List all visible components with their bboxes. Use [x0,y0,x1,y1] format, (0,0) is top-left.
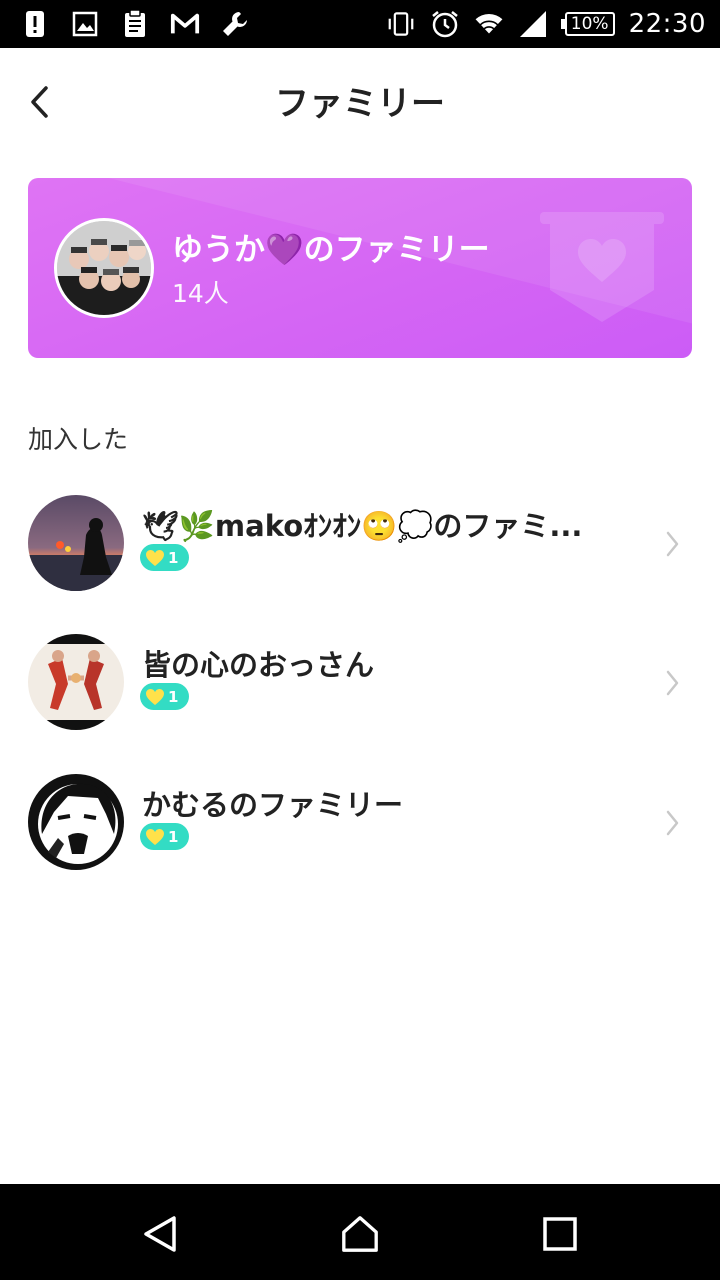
status-left-icons [20,8,250,40]
level-badge: 1 [140,823,189,850]
chevron-right-icon [666,810,679,836]
heart-banner-icon [540,210,664,326]
nav-back-button[interactable] [140,1214,180,1254]
home-icon [342,1216,378,1252]
recents-icon [543,1217,577,1251]
avatar [28,495,124,591]
family-name: ゆうか💜のファミリー [172,232,490,268]
system-nav-bar [0,1184,720,1280]
avatar [28,774,124,870]
nav-home-button[interactable] [340,1214,380,1254]
level-count: 1 [168,687,179,706]
alert-icon [20,9,50,39]
my-family-card[interactable]: ゆうか💜のファミリー 14人 [28,178,692,358]
heart-icon [146,688,164,705]
wrench-icon [220,9,250,39]
family-name: 皆の心のおっさん [142,648,375,682]
level-badge: 1 [140,683,189,710]
nav-recents-button[interactable] [540,1214,580,1254]
chevron-right-icon [666,531,679,557]
joined-section-label: 加入した [28,425,129,454]
level-count: 1 [168,548,179,567]
level-badge: 1 [140,544,189,571]
chevron-right-icon [666,670,679,696]
status-time: 22:30 [628,9,706,39]
signal-icon [518,9,548,39]
alarm-icon [430,9,460,39]
back-triangle-icon [144,1216,176,1252]
mail-m-icon [170,9,200,39]
heart-icon [146,549,164,566]
battery-level: 10% [564,12,615,36]
list-item[interactable]: 🕊🌿makoｵﾝｵﾝ🙄💭のファミ... 1 [0,495,720,615]
status-bar: 10% 22:30 [0,0,720,48]
app-header: ファミリー [0,48,720,158]
wifi-icon [474,9,504,39]
image-icon [70,9,100,39]
family-name: 🕊🌿makoｵﾝｵﾝ🙄💭のファミ... [142,509,583,543]
vibrate-icon [386,9,416,39]
family-name: かむるのファミリー [142,788,404,822]
page-title: ファミリー [275,84,445,124]
clipboard-icon [120,9,150,39]
list-item[interactable]: 皆の心のおっさん 1 [0,634,720,754]
heart-icon [146,828,164,845]
status-right-icons: 10% 22:30 [386,8,706,40]
level-count: 1 [168,827,179,846]
family-avatar [54,218,154,318]
list-item[interactable]: かむるのファミリー 1 [0,774,720,894]
family-member-count: 14人 [172,279,229,308]
battery-icon: 10% [560,11,615,37]
avatar [28,634,124,730]
